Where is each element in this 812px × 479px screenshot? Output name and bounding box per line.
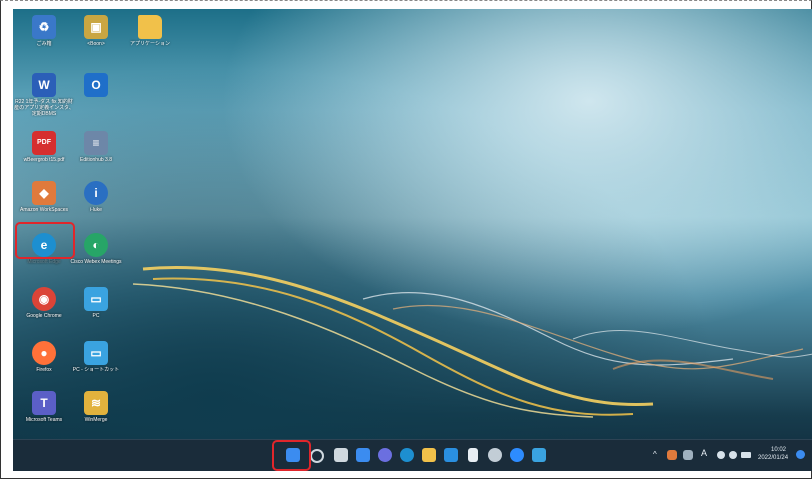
word-doc-icon: W [32,73,56,97]
chrome-icon: ◉ [32,287,56,311]
desktop-icon-pc[interactable]: ▭ PC [65,283,127,339]
keyboard-icon[interactable] [683,450,693,460]
desktop-icon-user-folder[interactable]: ▣ <Boon> [65,11,127,67]
desktop-icon-label: <Boon> [87,41,105,47]
desktop-icon-label: WinMerge [84,417,108,423]
volume-icon[interactable] [729,451,737,459]
pc-monitor-icon: ▭ [84,287,108,311]
desktop-icon-outlook[interactable]: O [65,69,127,125]
search-icon[interactable] [310,449,324,463]
desktop-icon-label: アプリケーション [130,41,170,47]
pc-shortcut-icon: ▭ [84,341,108,365]
wallpaper-light-trails [132,265,812,418]
desktop-icon-folder[interactable]: アプリケーション [119,11,181,67]
folder-icon[interactable] [422,448,436,462]
desktop-icon-label: Editionhub 3.8 [80,157,112,163]
tray-app-icon[interactable] [667,450,677,460]
desktop-icon-label: PC - ショートカット [72,367,120,373]
info-app-icon: i [84,181,108,205]
task-view-icon[interactable] [334,448,348,462]
chat-icon[interactable] [378,448,392,462]
desktop-icon-label: PC [92,313,100,319]
edge-icon[interactable] [400,448,414,462]
amazon-workspaces-icon: ◆ [32,181,56,205]
clock-date[interactable]: 2022/01/24 [758,455,788,462]
desktop-icon-document[interactable]: ≡ Editionhub 3.8 [65,127,127,183]
webex-icon: ◐ [84,233,108,257]
pdf-icon: PDF [32,131,56,155]
folder-user-icon: ▣ [84,15,108,39]
app-icon[interactable] [532,448,546,462]
desktop-icon-winmerge[interactable]: ≋ WinMerge [65,387,127,443]
widgets-icon[interactable] [356,448,370,462]
screenshot-frame: ♻ ごみ箱 W R22 1年予-ダス fix 知的財産のアプリ定義インスタ、定期… [0,0,812,479]
firefox-icon: ● [32,341,56,365]
clock-time[interactable]: 10:02 [771,447,786,454]
taskbar: ^ A 10:02 2022/01/24 [13,439,812,471]
desktop: ♻ ごみ箱 W R22 1年予-ダス fix 知的財産のアプリ定義インスタ、定期… [13,9,812,471]
document-icon: ≡ [84,131,108,155]
tray-chevron-icon[interactable]: ^ [653,451,657,459]
battery-icon[interactable] [741,452,751,458]
desktop-icon-pc-shortcut[interactable]: ▭ PC - ショートカット [65,337,127,393]
desktop-icon-label: Cisco Webex Meetings [70,259,122,265]
teams-icon: T [32,391,56,415]
wifi-icon[interactable] [717,451,725,459]
desktop-icon-label: i-luke [90,207,102,213]
edge-icon-highlight [15,222,75,259]
notification-icon[interactable] [796,450,805,459]
winmerge-icon: ≋ [84,391,108,415]
ime-indicator[interactable]: A [701,449,707,458]
document-icon[interactable] [468,448,478,462]
zoom-icon[interactable] [510,448,524,462]
outlook-icon: O [84,73,108,97]
store-icon[interactable] [444,448,458,462]
gear-icon[interactable] [488,448,502,462]
folder-icon [138,15,162,39]
recycle-bin-icon: ♻ [32,15,56,39]
start-button-highlight [272,440,311,471]
